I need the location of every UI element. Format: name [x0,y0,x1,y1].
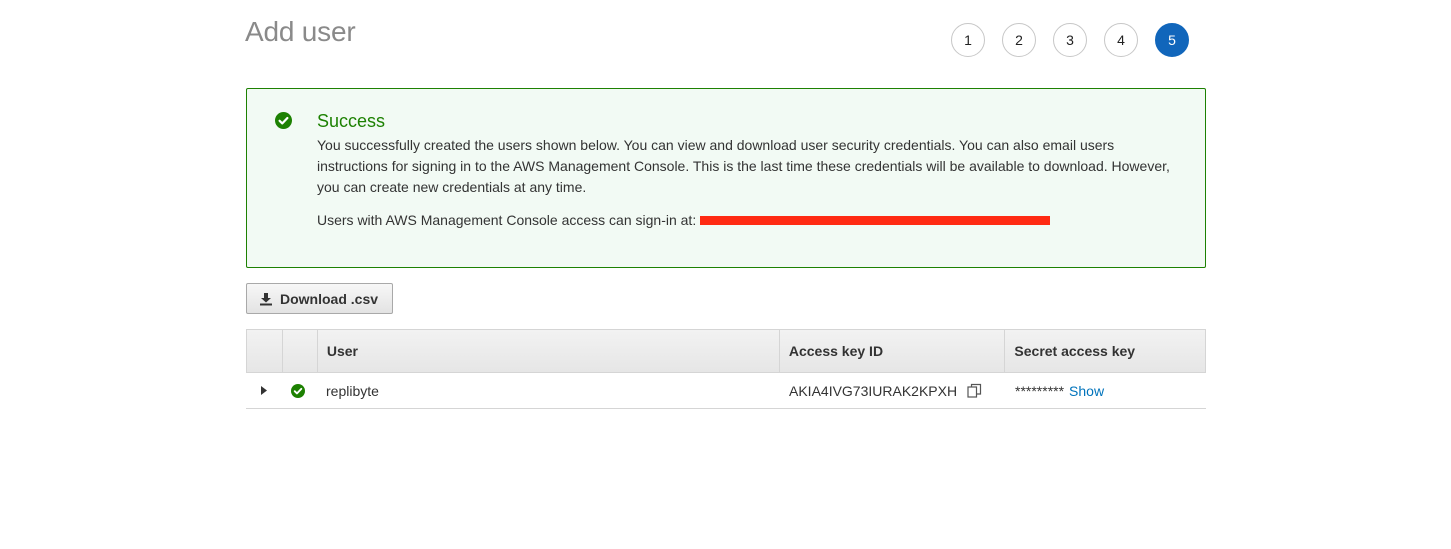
secret-key-cell: ********* Show [1006,373,1206,408]
step-4[interactable]: 4 [1104,23,1138,57]
success-check-icon [291,383,305,398]
table-row: replibyte AKIA4IVG73IURAK2KPXH *********… [246,373,1206,409]
user-name-cell: replibyte [326,382,379,399]
download-csv-button[interactable]: Download .csv [246,283,393,314]
success-alert: Success You successfully created the use… [246,88,1206,268]
signin-line: Users with AWS Management Console access… [317,212,1051,228]
access-key-cell: AKIA4IVG73IURAK2KPXH [780,373,1006,408]
access-key-id: AKIA4IVG73IURAK2KPXH [789,382,958,399]
download-icon [260,292,272,305]
users-table: User Access key ID Secret access key rep… [246,329,1206,409]
step-3[interactable]: 3 [1053,23,1087,57]
download-csv-label: Download .csv [280,290,379,307]
header-secret-access-key[interactable]: Secret access key [1005,330,1205,372]
row-status-cell [282,373,317,408]
copy-icon[interactable] [967,383,982,398]
header-access-key-id[interactable]: Access key ID [780,330,1006,372]
signin-url-link[interactable] [700,212,1051,228]
table-header: User Access key ID Secret access key [246,329,1206,373]
signin-label: Users with AWS Management Console access… [317,212,697,228]
secret-masked: ********* [1015,382,1065,399]
step-1[interactable]: 1 [951,23,985,57]
success-check-icon [275,112,292,129]
header-user[interactable]: User [318,330,780,372]
step-2[interactable]: 2 [1002,23,1036,57]
header-expand-col [247,330,283,372]
page-title: Add user [245,16,356,47]
add-user-page: Add user 1 2 3 4 5 Success You successfu… [0,0,1451,549]
step-5-active[interactable]: 5 [1155,23,1189,57]
show-secret-link[interactable]: Show [1069,383,1104,399]
expand-row-icon[interactable] [246,373,282,408]
alert-message: You successfully created the users shown… [317,137,1170,195]
wizard-steps: 1 2 3 4 5 [951,23,1189,57]
header-status-col [283,330,318,372]
redaction-bar [700,216,1051,225]
alert-title: Success [317,111,386,131]
